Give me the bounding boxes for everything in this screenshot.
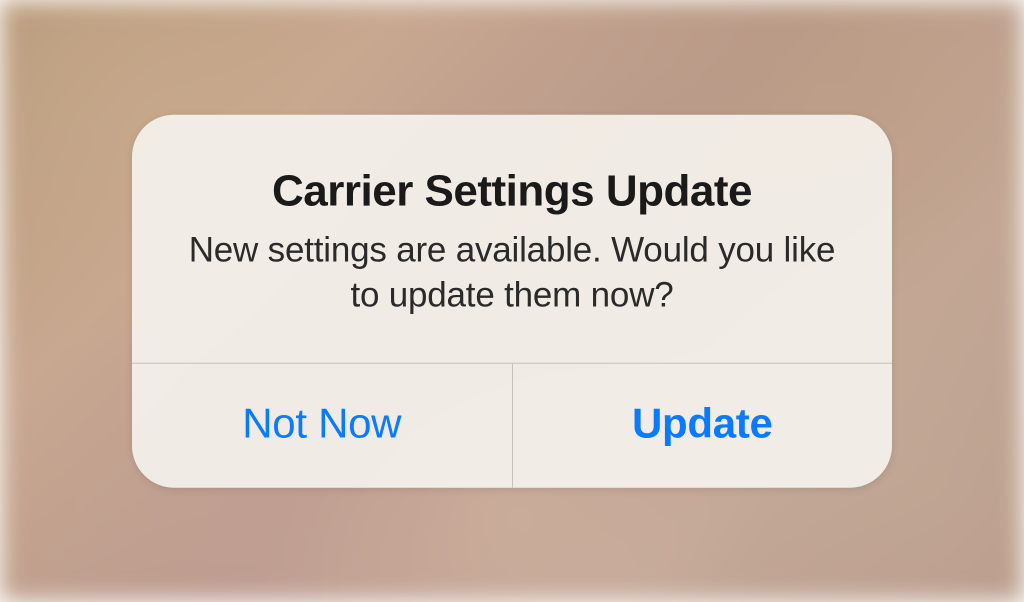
alert-message: New settings are available. Would you li…: [180, 229, 844, 319]
alert-dialog: Carrier Settings Update New settings are…: [132, 115, 892, 488]
alert-title: Carrier Settings Update: [180, 167, 844, 217]
update-button[interactable]: Update: [513, 363, 893, 487]
alert-button-row: Not Now Update: [132, 362, 892, 487]
alert-content: Carrier Settings Update New settings are…: [132, 115, 892, 363]
not-now-button[interactable]: Not Now: [132, 363, 513, 487]
